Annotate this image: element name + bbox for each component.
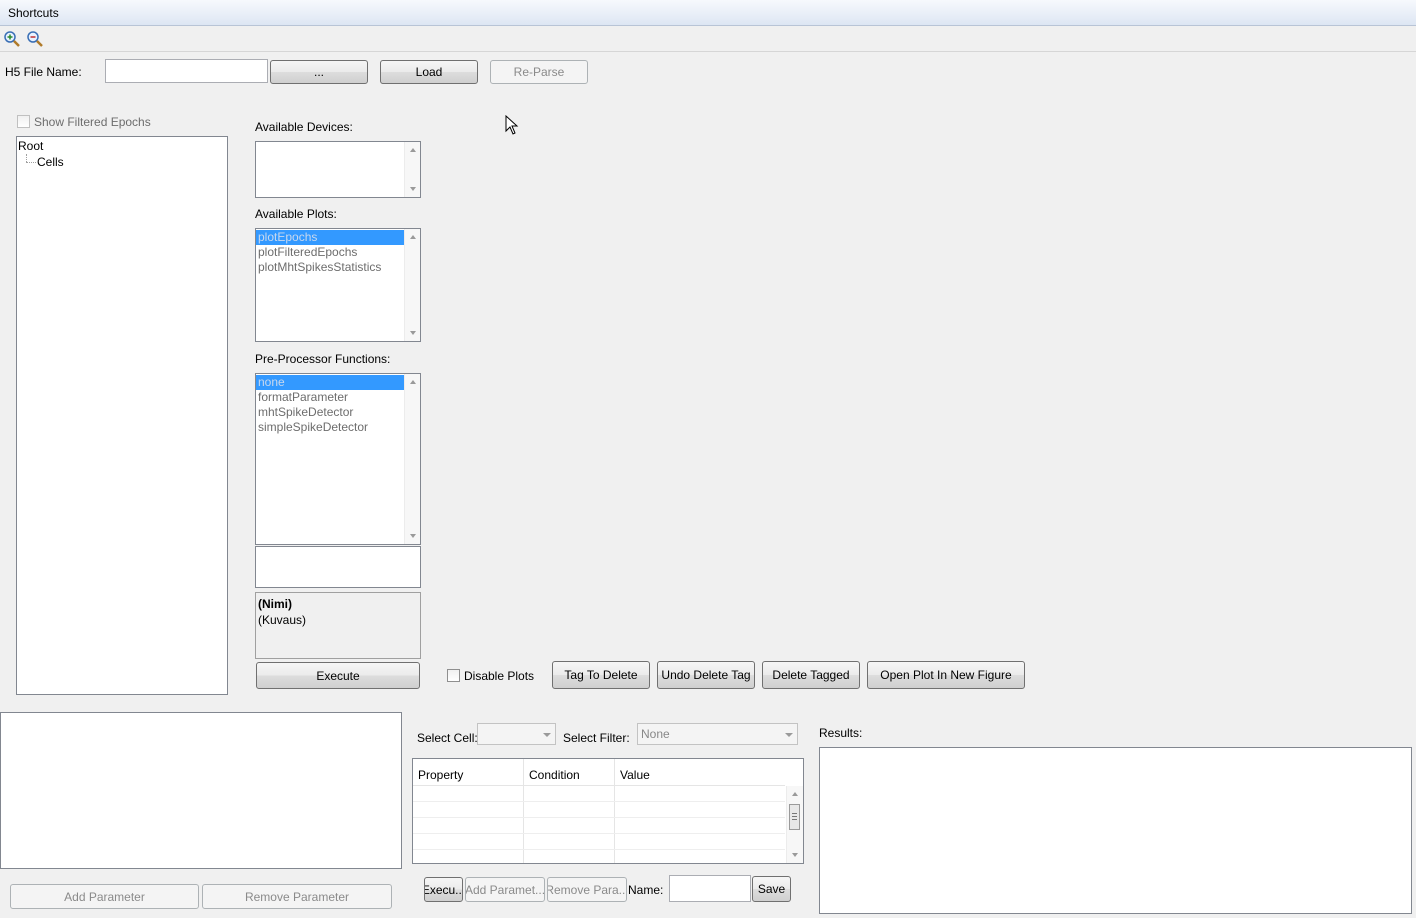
load-button[interactable]: Load	[380, 60, 478, 84]
filter-remove-parameter-button[interactable]: Remove Para...	[547, 877, 627, 902]
epoch-tree[interactable]: Root Cells	[16, 136, 228, 695]
filter-table-scrollbar[interactable]	[786, 786, 803, 863]
disable-plots-checkbox[interactable]	[447, 669, 460, 682]
available-plots-list[interactable]: plotEpochs plotFilteredEpochs plotMhtSpi…	[255, 228, 421, 342]
toolbar	[0, 26, 1416, 52]
scroll-down-icon[interactable]	[410, 534, 416, 538]
preprocessor-list[interactable]: none formatParameter mhtSpikeDetector si…	[255, 373, 421, 545]
available-devices-list[interactable]	[255, 141, 421, 198]
table-row[interactable]	[413, 817, 785, 818]
tree-node-cells[interactable]: Cells	[37, 155, 64, 169]
menubar: Shortcuts	[0, 0, 1416, 26]
scroll-down-icon[interactable]	[410, 331, 416, 335]
delete-tagged-button[interactable]: Delete Tagged	[762, 661, 860, 689]
table-row[interactable]	[413, 833, 785, 834]
scroll-up-icon[interactable]	[792, 792, 798, 796]
available-devices-label: Available Devices:	[255, 120, 353, 134]
plot-item[interactable]: plotEpochs	[256, 230, 404, 245]
show-filtered-label: Show Filtered Epochs	[34, 115, 151, 129]
reparse-button[interactable]: Re-Parse	[490, 60, 588, 84]
column-divider	[523, 759, 524, 863]
chevron-down-icon	[785, 733, 793, 737]
undo-delete-tag-button[interactable]: Undo Delete Tag	[657, 661, 755, 689]
parameter-list[interactable]	[0, 712, 402, 869]
tag-to-delete-button[interactable]: Tag To Delete	[552, 661, 650, 689]
filter-save-button[interactable]: Save	[752, 876, 791, 902]
zoom-out-icon[interactable]	[26, 30, 44, 48]
results-text-area[interactable]	[819, 747, 1412, 914]
plots-scrollbar[interactable]	[404, 229, 420, 341]
h5-file-label: H5 File Name:	[5, 65, 82, 79]
disable-plots-label: Disable Plots	[464, 669, 535, 683]
select-cell-dropdown[interactable]	[477, 723, 556, 745]
scroll-down-icon[interactable]	[792, 853, 798, 857]
filter-name-input[interactable]	[669, 875, 751, 902]
select-filter-label: Select Filter:	[563, 731, 630, 745]
table-row[interactable]	[413, 801, 785, 802]
tree-connector	[26, 162, 36, 163]
column-header[interactable]: Property	[418, 768, 463, 782]
scroll-up-icon[interactable]	[410, 148, 416, 152]
tree-node-root[interactable]: Root	[18, 139, 43, 153]
tree-connector	[26, 154, 27, 162]
scroll-thumb[interactable]	[789, 804, 800, 830]
function-info-box: (Nimi) (Kuvaus)	[255, 592, 421, 659]
preprocessor-label: Pre-Processor Functions:	[255, 352, 391, 366]
results-label: Results:	[819, 726, 863, 740]
select-cell-label: Select Cell:	[417, 731, 478, 745]
available-plots-label: Available Plots:	[255, 207, 337, 221]
remove-parameter-button[interactable]: Remove Parameter	[202, 884, 392, 909]
devices-scrollbar[interactable]	[404, 142, 420, 197]
scroll-up-icon[interactable]	[410, 235, 416, 239]
column-header[interactable]: Condition	[529, 768, 580, 782]
h5-file-input[interactable]	[105, 59, 268, 83]
column-divider	[614, 759, 615, 863]
preprocessor-item[interactable]: none	[256, 375, 404, 390]
add-parameter-button[interactable]: Add Parameter	[10, 884, 199, 909]
filter-add-parameter-button[interactable]: Add Paramet...	[465, 877, 545, 902]
function-description: (Kuvaus)	[258, 613, 307, 627]
browse-button[interactable]: ...	[270, 60, 368, 84]
preprocessor-item[interactable]: formatParameter	[256, 390, 404, 405]
chevron-down-icon	[543, 733, 551, 737]
function-args-input[interactable]	[255, 546, 421, 588]
scroll-up-icon[interactable]	[410, 380, 416, 384]
filter-execute-button[interactable]: Execu...	[424, 877, 463, 902]
filter-table-header: Property Condition Value	[413, 759, 785, 786]
show-filtered-checkbox[interactable]	[17, 115, 30, 128]
execute-button[interactable]: Execute	[256, 662, 420, 689]
scroll-down-icon[interactable]	[410, 187, 416, 191]
open-plot-new-figure-button[interactable]: Open Plot In New Figure	[867, 661, 1025, 689]
function-name: (Nimi)	[258, 597, 292, 611]
plot-item[interactable]: plotMhtSpikesStatistics	[256, 260, 404, 275]
menu-shortcuts[interactable]: Shortcuts	[8, 6, 59, 20]
column-header[interactable]: Value	[620, 768, 650, 782]
plot-item[interactable]: plotFilteredEpochs	[256, 245, 404, 260]
zoom-in-icon[interactable]	[3, 30, 21, 48]
filter-table[interactable]: Property Condition Value	[412, 758, 804, 864]
preprocessor-item[interactable]: mhtSpikeDetector	[256, 405, 404, 420]
filter-name-label: Name:	[628, 883, 664, 897]
preprocessor-scrollbar[interactable]	[404, 374, 420, 544]
preprocessor-item[interactable]: simpleSpikeDetector	[256, 420, 404, 435]
table-row[interactable]	[413, 849, 785, 850]
mouse-cursor-icon	[505, 115, 519, 135]
select-filter-dropdown[interactable]: None	[637, 723, 798, 745]
